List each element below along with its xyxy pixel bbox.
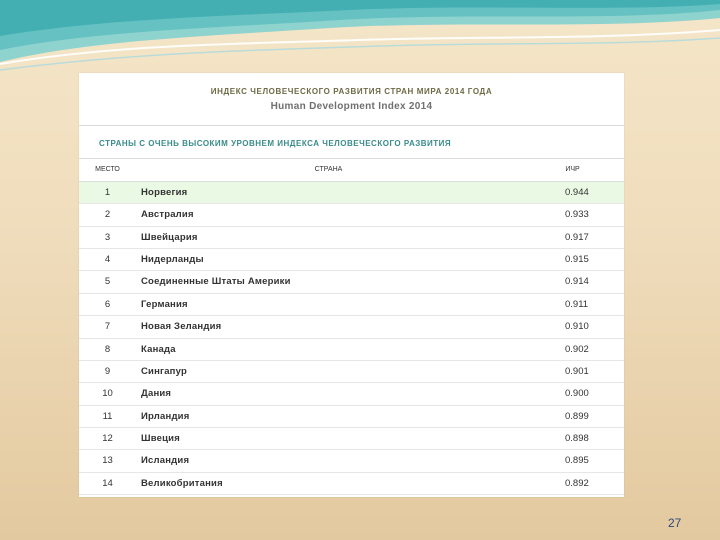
row-rank: 3 xyxy=(104,231,111,243)
table-row: 5 Соединенные Штаты Америки 0.914 xyxy=(79,271,624,294)
row-index: 0.910 xyxy=(565,321,589,333)
row-country: Соединенные Штаты Америки xyxy=(141,276,291,288)
row-country: Швейцария xyxy=(141,231,198,243)
row-rank: 2 xyxy=(104,209,111,221)
table-row: 1 Норвегия 0.944 xyxy=(79,182,624,205)
table-row: 7 Новая Зеландия 0.910 xyxy=(79,316,624,339)
row-country: Ирландия xyxy=(141,410,190,422)
row-country: Германия xyxy=(141,298,188,310)
row-index: 0.895 xyxy=(565,455,589,467)
row-country: Новая Зеландия xyxy=(141,321,222,333)
row-index: 0.901 xyxy=(565,365,589,377)
row-index: 0.902 xyxy=(565,343,589,355)
table-row: 2 Австралия 0.933 xyxy=(79,204,624,227)
header-country: СТРАНА xyxy=(314,166,343,173)
title-english: Human Development Index 2014 xyxy=(270,101,433,112)
row-rank: 11 xyxy=(102,410,113,422)
row-index: 0.917 xyxy=(565,231,589,243)
row-country: Австралия xyxy=(141,209,194,221)
row-country: Дания xyxy=(141,388,172,400)
row-rank: 6 xyxy=(104,298,111,310)
row-rank: 8 xyxy=(104,343,111,355)
row-country: Сингапур xyxy=(141,365,187,377)
section-subtitle: СТРАНЫ С ОЧЕНЬ ВЫСОКИМ УРОВНЕМ ИНДЕКСА Ч… xyxy=(79,126,624,159)
row-country: Швеция xyxy=(141,432,180,444)
table-row: 4 Нидерланды 0.915 xyxy=(79,249,624,272)
header-rank: МЕСТО xyxy=(95,166,120,173)
header-index: ИЧР xyxy=(565,166,580,173)
table-row: 14 Великобритания 0.892 xyxy=(79,473,624,496)
row-rank: 12 xyxy=(102,432,113,444)
row-index: 0.915 xyxy=(565,254,589,266)
row-country: Великобритания xyxy=(141,477,223,489)
row-country: Канада xyxy=(141,343,176,355)
table-row: 10 Дания 0.900 xyxy=(79,383,624,406)
row-index: 0.898 xyxy=(565,432,589,444)
table-header: МЕСТО СТРАНА ИЧР xyxy=(79,159,624,182)
row-index: 0.933 xyxy=(565,209,589,221)
row-country: Исландия xyxy=(141,455,190,467)
row-index: 0.892 xyxy=(565,477,589,489)
row-rank: 9 xyxy=(104,365,111,377)
table-row: 9 Сингапур 0.901 xyxy=(79,361,624,384)
hdi-table-panel: ИНДЕКС ЧЕЛОВЕЧЕСКОГО РАЗВИТИЯ СТРАН МИРА… xyxy=(79,73,624,497)
row-rank: 4 xyxy=(104,254,111,266)
row-index: 0.900 xyxy=(565,388,589,400)
table-row: 12 Швеция 0.898 xyxy=(79,428,624,451)
row-index: 0.914 xyxy=(565,276,589,288)
table-row: 13 Исландия 0.895 xyxy=(79,450,624,473)
table-row: 6 Германия 0.911 xyxy=(79,294,624,317)
row-rank: 13 xyxy=(102,455,113,467)
row-country: Норвегия xyxy=(141,187,188,198)
row-rank: 7 xyxy=(104,321,111,333)
row-index: 0.911 xyxy=(565,298,589,310)
row-country: Нидерланды xyxy=(141,254,204,266)
title-russian: ИНДЕКС ЧЕЛОВЕЧЕСКОГО РАЗВИТИЯ СТРАН МИРА… xyxy=(210,87,493,96)
wave-decoration xyxy=(0,0,720,71)
row-rank: 5 xyxy=(104,276,111,288)
row-rank: 14 xyxy=(102,477,113,489)
row-rank: 1 xyxy=(104,187,111,198)
title-block: ИНДЕКС ЧЕЛОВЕЧЕСКОГО РАЗВИТИЯ СТРАН МИРА… xyxy=(79,73,624,126)
table-row: 8 Канада 0.902 xyxy=(79,339,624,361)
table-body: 1 Норвегия 0.944 2 Австралия 0.933 3 Шве… xyxy=(79,182,624,496)
page-number: 27 xyxy=(668,516,682,530)
table-row: 11 Ирландия 0.899 xyxy=(79,406,624,428)
row-index: 0.899 xyxy=(565,410,589,422)
table-row: 3 Швейцария 0.917 xyxy=(79,227,624,250)
row-rank: 10 xyxy=(102,388,113,400)
row-index: 0.944 xyxy=(565,187,589,198)
